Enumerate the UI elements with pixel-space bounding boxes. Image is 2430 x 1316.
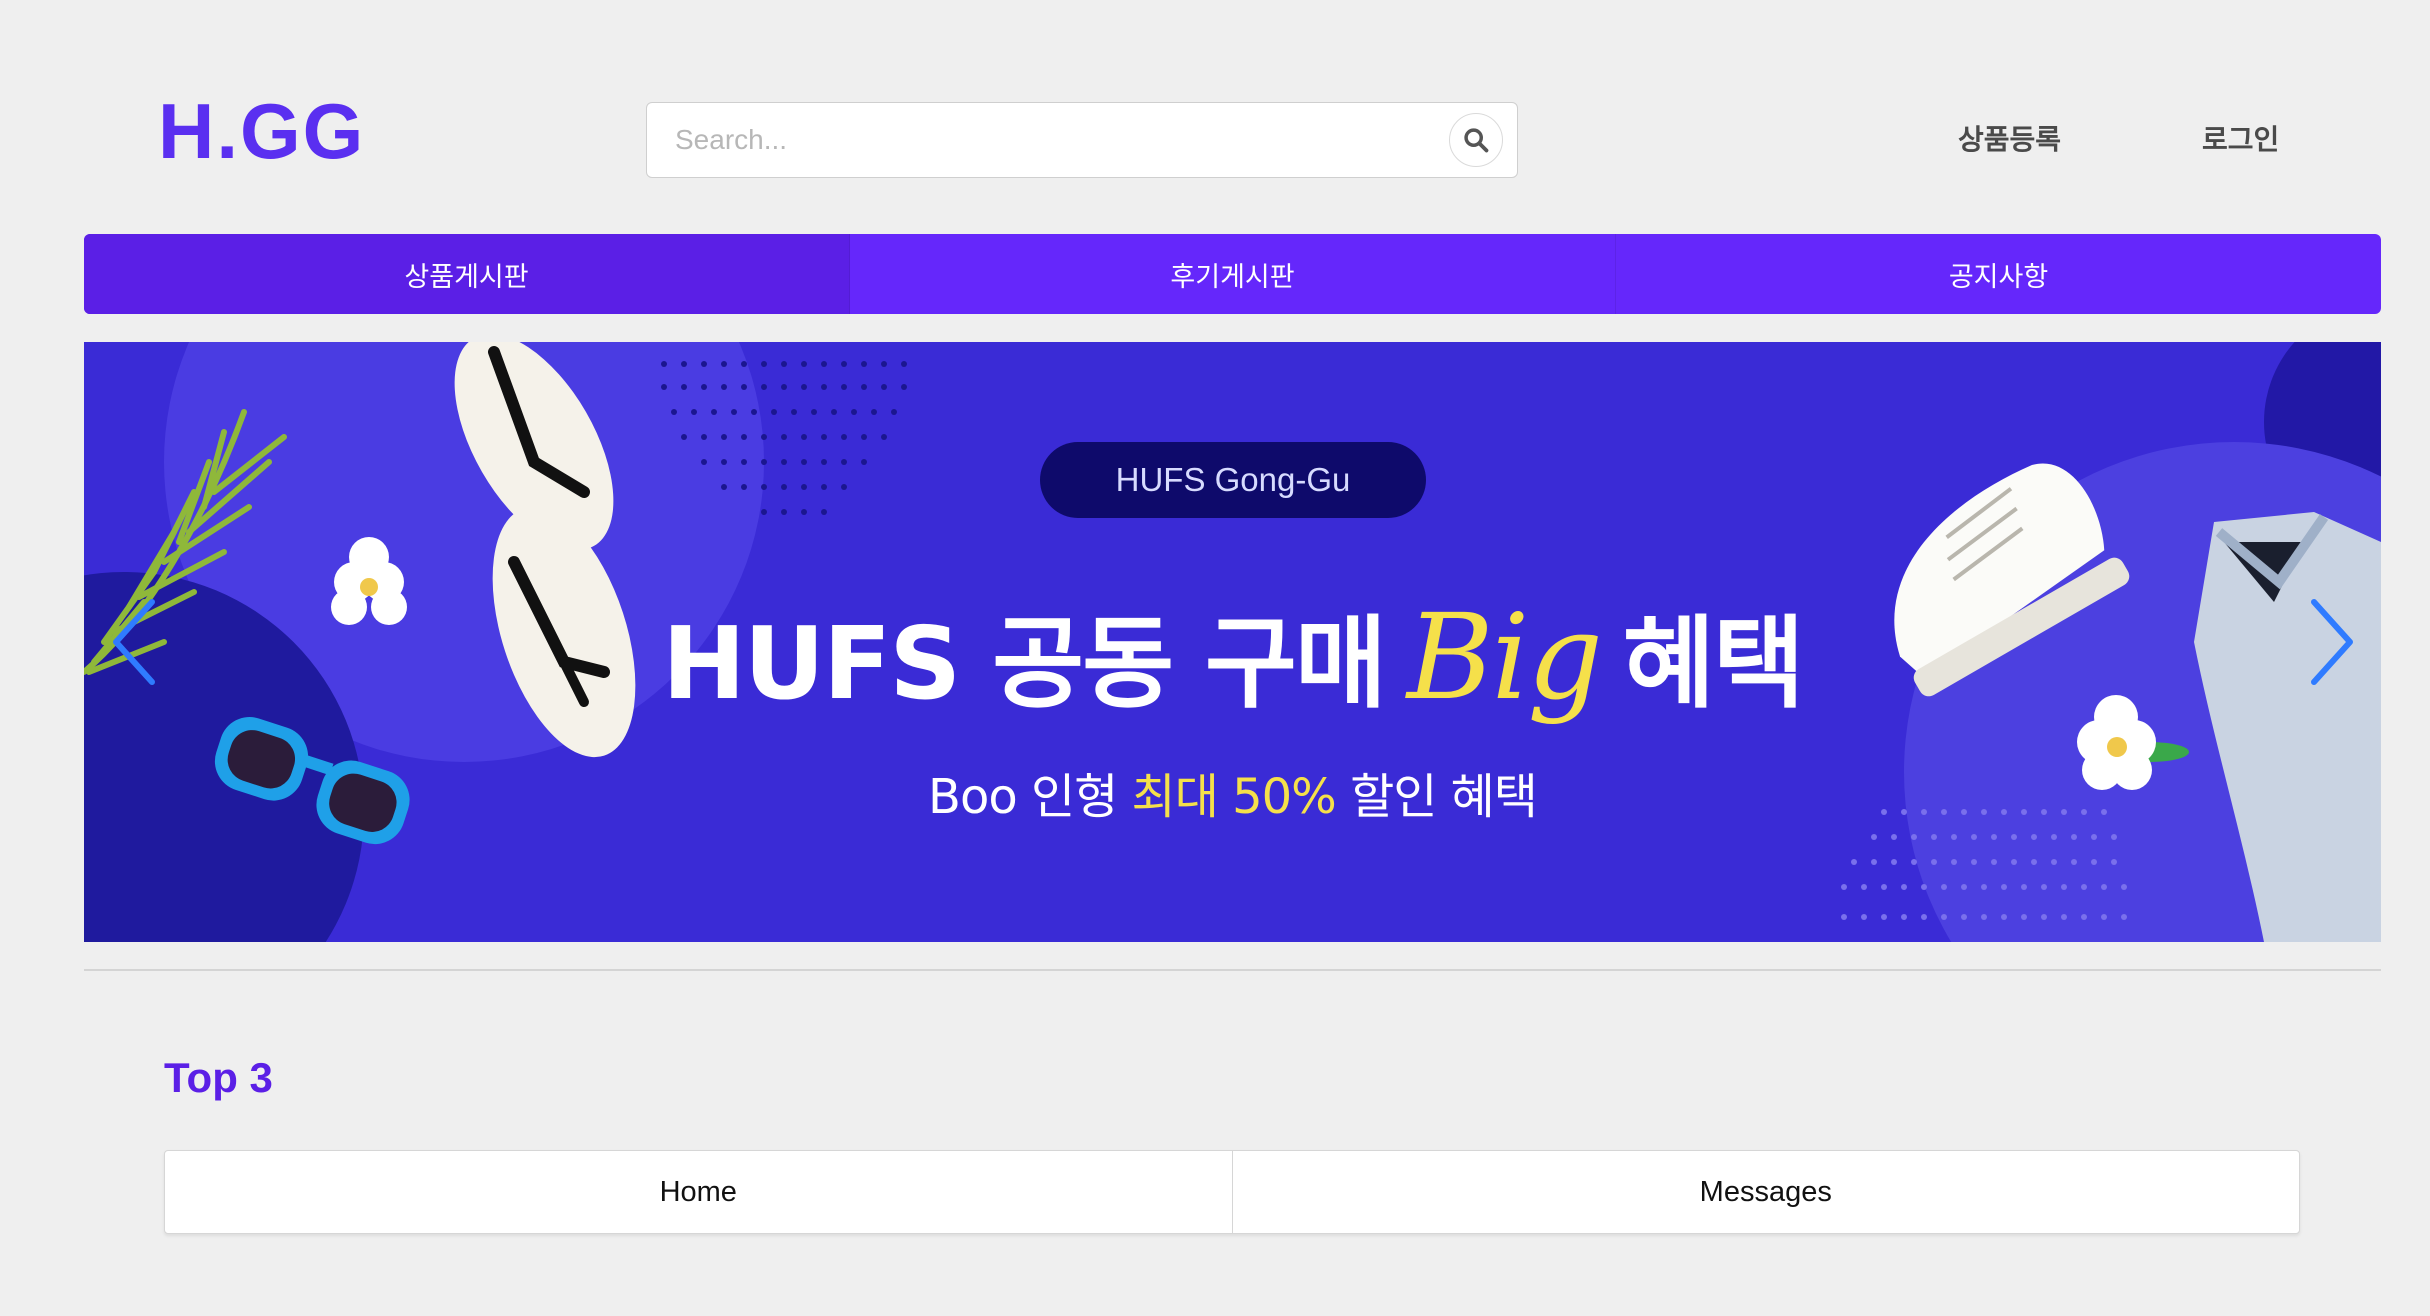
search-input[interactable]: [675, 103, 1435, 177]
top3-tabs: Home Messages: [164, 1150, 2300, 1234]
register-product-link[interactable]: 상품등록: [1958, 118, 2061, 158]
tab-home[interactable]: Home: [165, 1151, 1232, 1233]
banner-subline: Boo 인형 최대 50% 할인 혜택: [84, 757, 2381, 827]
carousel-prev-button[interactable]: [104, 592, 164, 692]
search-bar: [646, 102, 1518, 178]
login-link[interactable]: 로그인: [2202, 118, 2279, 158]
headline-main: HUFS 공동 구매: [662, 605, 1387, 722]
banner-pill: HUFS Gong-Gu: [1040, 442, 1426, 518]
main-nav: 상품게시판 후기게시판 공지사항: [84, 234, 2381, 314]
chevron-right-icon: [2311, 599, 2353, 685]
headline-accent: Big: [1406, 588, 1603, 726]
section-divider: [84, 969, 2381, 971]
page: H.GG 상품등록 로그인 상품게시판 후기게시판 공지사항: [0, 0, 2430, 1316]
search-icon: [1464, 128, 1489, 153]
search-button[interactable]: [1449, 113, 1503, 167]
banner-headline: HUFS 공동 구매 Big 혜택: [84, 582, 2381, 727]
subline-highlight: 최대 50%: [1131, 769, 1337, 825]
chevron-left-icon: [113, 599, 155, 685]
section-title: Top 3: [164, 1054, 273, 1101]
carousel-next-button[interactable]: [2302, 592, 2362, 692]
subline-start: Boo 인형: [928, 769, 1118, 825]
headline-end: 혜택: [1622, 605, 1805, 722]
nav-tab-products[interactable]: 상품게시판: [84, 234, 850, 314]
nav-tab-notices[interactable]: 공지사항: [1616, 234, 2381, 314]
tab-messages[interactable]: Messages: [1231, 1151, 2300, 1233]
nav-tab-reviews[interactable]: 후기게시판: [850, 234, 1616, 314]
logo[interactable]: H.GG: [158, 92, 365, 170]
subline-end: 할인 혜택: [1350, 769, 1538, 825]
promo-banner: HUFS Gong-Gu HUFS 공동 구매 Big 혜택 Boo 인형 최대…: [84, 342, 2381, 942]
